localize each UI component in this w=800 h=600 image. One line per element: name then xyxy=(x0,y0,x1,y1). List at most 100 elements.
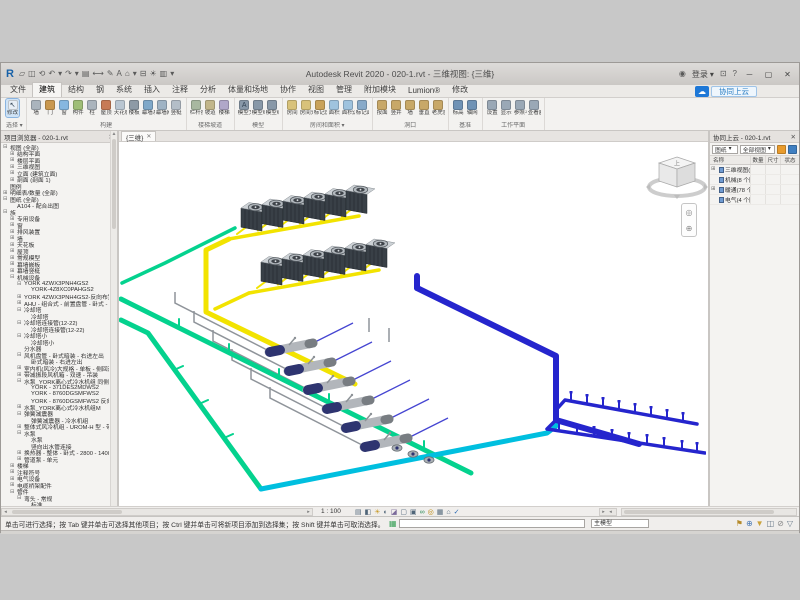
collapse-icon[interactable]: ⊟ xyxy=(17,495,24,502)
ribbon-button[interactable]: 门 xyxy=(44,99,57,117)
ribbon-button[interactable]: 幕墙网格 xyxy=(156,99,169,117)
expand-icon[interactable]: ⊞ xyxy=(711,166,718,173)
ribbon-button[interactable]: 垂直 xyxy=(418,99,431,117)
ribbon-button[interactable]: 柱 xyxy=(86,99,99,117)
help-icon[interactable]: ? xyxy=(733,69,737,79)
ribbon-button[interactable]: 参照平面 xyxy=(514,99,527,117)
cloud-panel-close-icon[interactable]: ✕ xyxy=(791,133,796,141)
ribbon-button[interactable]: 老虎窗 xyxy=(432,99,445,117)
link-icon[interactable]: ⊕ xyxy=(746,518,753,529)
collapse-icon[interactable]: ⊟ xyxy=(17,281,24,288)
ribbon-tab[interactable]: 视图 xyxy=(302,83,330,97)
redo-dropdown-icon[interactable]: ▾ xyxy=(75,69,79,79)
ribbon-button[interactable]: 标记面积 xyxy=(356,99,369,117)
collapse-icon[interactable]: ⊟ xyxy=(3,196,10,203)
scrollbar-thumb[interactable] xyxy=(12,510,122,514)
ribbon-tab[interactable]: 注释 xyxy=(166,83,194,97)
ribbon-tab[interactable]: Lumion® xyxy=(402,85,446,97)
cloud-panel-header[interactable]: 协同上云 - 020-1.rvt ✕ xyxy=(710,131,799,143)
ribbon-tab[interactable]: 钢 xyxy=(90,83,110,97)
ribbon-button[interactable]: 房间分隔 xyxy=(300,99,313,117)
expand-icon[interactable]: ⊞ xyxy=(711,186,718,193)
ribbon-tab[interactable]: 管理 xyxy=(330,83,358,97)
undo-dropdown-icon[interactable]: ▾ xyxy=(58,69,62,79)
cloud-panel-row[interactable]: 机械(8 个图纸) xyxy=(710,175,799,185)
ribbon-button[interactable]: 坡道 xyxy=(204,99,217,117)
ribbon-button[interactable]: 标高 xyxy=(452,99,465,117)
3d-view-dropdown-icon[interactable]: ▾ xyxy=(133,69,137,79)
scroll-right-icon[interactable]: ▸ xyxy=(305,509,312,515)
ribbon-button[interactable]: 构件 xyxy=(72,99,85,117)
collapse-icon[interactable]: ⊟ xyxy=(17,352,24,359)
ribbon-button[interactable]: 楼梯 xyxy=(218,99,231,117)
measure-icon[interactable]: ⟷ xyxy=(92,69,103,79)
cloud-sync-button[interactable]: ☁ 协同上云 xyxy=(695,86,757,97)
refresh-icon[interactable] xyxy=(788,145,797,154)
drag-on-selection-icon[interactable]: ▽ xyxy=(787,518,793,529)
scrollbar-thumb[interactable] xyxy=(624,510,774,514)
design-option-dropdown[interactable]: 主模型 xyxy=(591,519,649,528)
ribbon-button[interactable]: 面积边界 xyxy=(342,99,355,117)
ribbon-button[interactable]: A模型文字 xyxy=(238,99,251,117)
ribbon-button[interactable]: 显示 xyxy=(500,99,513,117)
maximize-button[interactable]: ▢ xyxy=(762,70,775,79)
scroll-right-icon[interactable]: ◂ xyxy=(607,509,614,515)
horizontal-scrollbar[interactable]: ◂ ▸ xyxy=(1,508,313,516)
ribbon-button[interactable]: 设置 xyxy=(486,99,499,117)
ribbon-button[interactable]: 按面 xyxy=(376,99,389,117)
collapse-icon[interactable]: ⊟ xyxy=(17,333,24,340)
cloud-panel-row[interactable]: 电气(4 个图纸) xyxy=(710,195,799,205)
ribbon-tab[interactable]: 插入 xyxy=(138,83,166,97)
view-scale-button[interactable]: 1 : 100 xyxy=(321,508,341,515)
ribbon-tab[interactable]: 修改 xyxy=(446,83,474,97)
aligned-dimension-icon[interactable]: ✎ xyxy=(107,69,114,79)
text-icon[interactable]: A xyxy=(117,69,122,79)
collapse-icon[interactable]: ⊟ xyxy=(10,274,17,281)
drawing-area[interactable]: {三维} ✕ xyxy=(119,131,708,506)
select-underlay-icon[interactable]: ◫ xyxy=(767,518,775,529)
section-icon[interactable]: ⊟ xyxy=(140,69,147,79)
ribbon-button[interactable]: 幕墙系统 xyxy=(142,99,155,117)
app-store-icon[interactable]: ⊡ xyxy=(720,69,727,79)
ribbon-tab[interactable]: 协作 xyxy=(274,83,302,97)
collapse-icon[interactable]: ⊟ xyxy=(17,307,24,314)
ribbon-button[interactable]: 栏杆扶手 xyxy=(190,99,203,117)
collapse-icon[interactable]: ⊟ xyxy=(3,209,10,216)
signin-button[interactable]: 登录 ▾ xyxy=(692,69,714,80)
view-tab-close-icon[interactable]: ✕ xyxy=(146,133,151,140)
ribbon-tab[interactable]: 文件 xyxy=(4,83,32,97)
cloud-panel-row[interactable]: ⊞暖通(78 个图纸) xyxy=(710,185,799,195)
ribbon-button[interactable]: 窗 xyxy=(58,99,71,117)
view-cube[interactable]: 上 xyxy=(641,151,708,201)
exchange-icon[interactable]: ◉ xyxy=(679,69,686,79)
default-3d-view-icon[interactable]: ⌂ xyxy=(125,69,130,79)
ribbon-button[interactable]: 墙 xyxy=(404,99,417,117)
scrollbar-thumb[interactable] xyxy=(112,139,116,229)
ribbon-button[interactable]: ↖修改 xyxy=(6,99,19,117)
tree-item[interactable]: ⊟水泵_YORK离心式冷水机组 同侧出图 xyxy=(1,378,109,385)
ribbon-button[interactable]: 竖梃 xyxy=(170,99,183,117)
ribbon-tab[interactable]: 分析 xyxy=(194,83,222,97)
scroll-left-icon[interactable]: ◂ xyxy=(2,509,9,515)
sun-icon[interactable]: ☀ xyxy=(149,69,156,79)
type-filter-dropdown[interactable]: 图纸 ▾ xyxy=(712,145,738,154)
filter-icon[interactable]: ▼ xyxy=(756,518,764,529)
view-tab-3d[interactable]: {三维} ✕ xyxy=(121,131,156,141)
zoom-icon[interactable]: ⊕ xyxy=(686,224,693,233)
ribbon-tab[interactable]: 结构 xyxy=(62,83,90,97)
ribbon-button[interactable]: 天花板 xyxy=(114,99,127,117)
qat-customize-icon[interactable]: ▾ xyxy=(170,69,174,79)
scroll-corner[interactable]: ▸ ◂ xyxy=(599,508,617,516)
save-icon[interactable]: ◫ xyxy=(28,69,36,79)
project-browser-scrollbar[interactable]: ▲ xyxy=(110,131,117,506)
editable-only-icon[interactable]: ⚑ xyxy=(736,518,743,529)
open-file-icon[interactable]: ▱ xyxy=(19,69,25,79)
ribbon-tab[interactable]: 体量和场地 xyxy=(222,83,274,97)
thin-lines-icon[interactable]: ▥ xyxy=(160,69,168,79)
collapse-icon[interactable]: ⊟ xyxy=(17,411,24,418)
collapse-icon[interactable]: ⊟ xyxy=(17,378,24,385)
3d-model-view[interactable] xyxy=(119,142,706,506)
undo-icon[interactable]: ↶ xyxy=(48,69,55,79)
upload-icon[interactable] xyxy=(777,145,786,154)
ribbon-button[interactable]: 轴网 xyxy=(466,99,479,117)
